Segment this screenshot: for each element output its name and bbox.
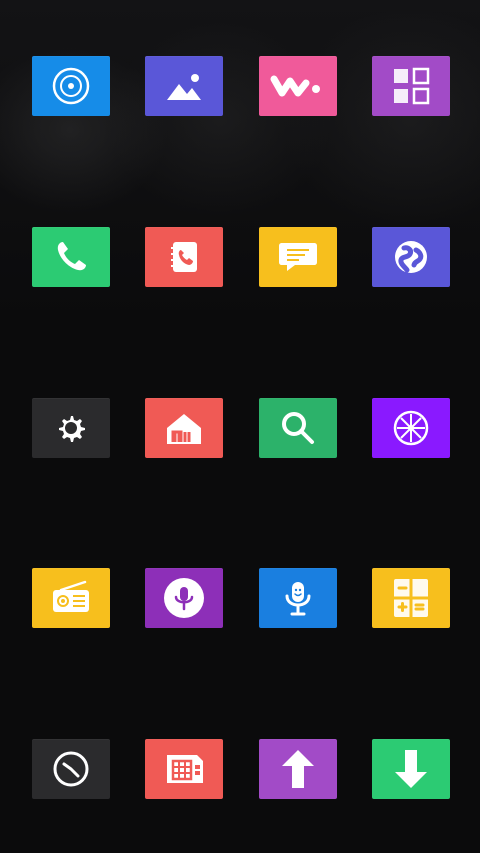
mic-circle-icon — [159, 573, 209, 623]
sim-icon — [157, 747, 211, 791]
search-icon — [276, 406, 320, 450]
app-tile-phone[interactable] — [32, 227, 110, 287]
app-tile-apps-grid[interactable] — [372, 56, 450, 116]
disc-icon — [49, 64, 93, 108]
messages-icon — [273, 235, 323, 279]
image-icon — [161, 66, 207, 106]
wallpaper — [0, 0, 480, 360]
app-tile-radio[interactable] — [32, 568, 110, 628]
compass-icon — [388, 405, 434, 451]
app-tile-downloads[interactable] — [372, 739, 450, 799]
globe-icon — [388, 234, 434, 280]
app-tile-contacts[interactable] — [145, 227, 223, 287]
mi-home-icon — [159, 406, 209, 450]
app-tile-browser[interactable] — [372, 227, 450, 287]
phone-icon — [48, 234, 94, 280]
app-tile-disc[interactable] — [32, 56, 110, 116]
app-tile-gallery[interactable] — [145, 56, 223, 116]
app-tile-calculator[interactable] — [372, 568, 450, 628]
arrow-up-icon — [276, 744, 320, 794]
app-tile-voice[interactable] — [145, 568, 223, 628]
app-tile-music-walkman[interactable] — [259, 56, 337, 116]
walkman-icon — [268, 69, 328, 103]
app-tile-sim-toolkit[interactable] — [145, 739, 223, 799]
clock-icon — [48, 746, 94, 792]
calculator-icon — [388, 573, 434, 623]
grid-icon — [388, 63, 434, 109]
app-tile-settings[interactable] — [32, 398, 110, 458]
contacts-icon — [161, 234, 207, 280]
radio-icon — [45, 576, 97, 620]
mic-icon — [276, 576, 320, 620]
app-tile-updater[interactable] — [259, 739, 337, 799]
app-tile-messages[interactable] — [259, 227, 337, 287]
app-tile-search[interactable] — [259, 398, 337, 458]
app-tile-compass[interactable] — [372, 398, 450, 458]
app-tile-clock[interactable] — [32, 739, 110, 799]
arrow-down-icon — [389, 744, 433, 794]
app-tile-recorder[interactable] — [259, 568, 337, 628]
app-tile-mi-home[interactable] — [145, 398, 223, 458]
gear-icon — [49, 406, 93, 450]
